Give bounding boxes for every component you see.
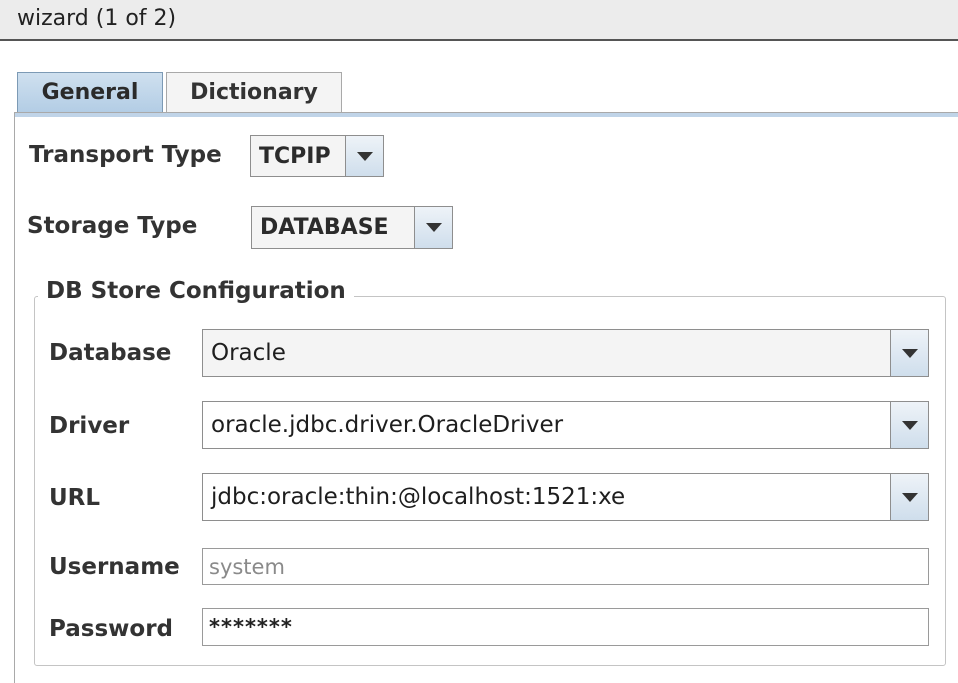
- url-dropdown[interactable]: jdbc:oracle:thin:@localhost:1521:xe: [202, 473, 929, 521]
- window-title: wizard (1 of 2): [17, 6, 177, 31]
- chevron-down-icon: [901, 420, 918, 430]
- username-field[interactable]: system: [202, 548, 929, 585]
- storage-type-dropdown[interactable]: DATABASE: [251, 206, 453, 249]
- chevron-down-icon: [901, 492, 918, 502]
- url-dropdown-button[interactable]: [890, 474, 928, 520]
- url-label: URL: [49, 485, 101, 511]
- transport-type-dropdown[interactable]: TCPIP: [250, 135, 384, 177]
- password-field[interactable]: *******: [202, 608, 929, 646]
- storage-type-label: Storage Type: [27, 213, 198, 239]
- password-label: Password: [49, 616, 173, 642]
- tab-general[interactable]: General: [17, 72, 163, 112]
- chevron-down-icon: [356, 151, 373, 161]
- driver-dropdown-button[interactable]: [890, 402, 928, 448]
- storage-type-dropdown-button[interactable]: [414, 207, 452, 248]
- transport-type-label: Transport Type: [29, 142, 222, 168]
- transport-type-value: TCPIP: [259, 143, 331, 169]
- chevron-down-icon: [425, 223, 442, 232]
- driver-label: Driver: [49, 413, 130, 439]
- storage-type-value: DATABASE: [260, 215, 389, 240]
- driver-dropdown[interactable]: oracle.jdbc.driver.OracleDriver: [202, 401, 929, 449]
- database-label: Database: [49, 340, 172, 366]
- database-dropdown[interactable]: Oracle: [202, 329, 929, 377]
- url-value[interactable]: jdbc:oracle:thin:@localhost:1521:xe: [203, 474, 890, 520]
- driver-value[interactable]: oracle.jdbc.driver.OracleDriver: [203, 402, 890, 448]
- username-label: Username: [49, 554, 180, 580]
- database-dropdown-button[interactable]: [890, 330, 928, 376]
- chevron-down-icon: [901, 348, 918, 358]
- database-value: Oracle: [211, 340, 286, 366]
- transport-type-dropdown-button[interactable]: [345, 136, 383, 176]
- tab-dictionary[interactable]: Dictionary: [166, 72, 342, 112]
- db-store-configuration-legend: DB Store Configuration: [38, 278, 354, 304]
- window-header: wizard (1 of 2): [0, 0, 958, 41]
